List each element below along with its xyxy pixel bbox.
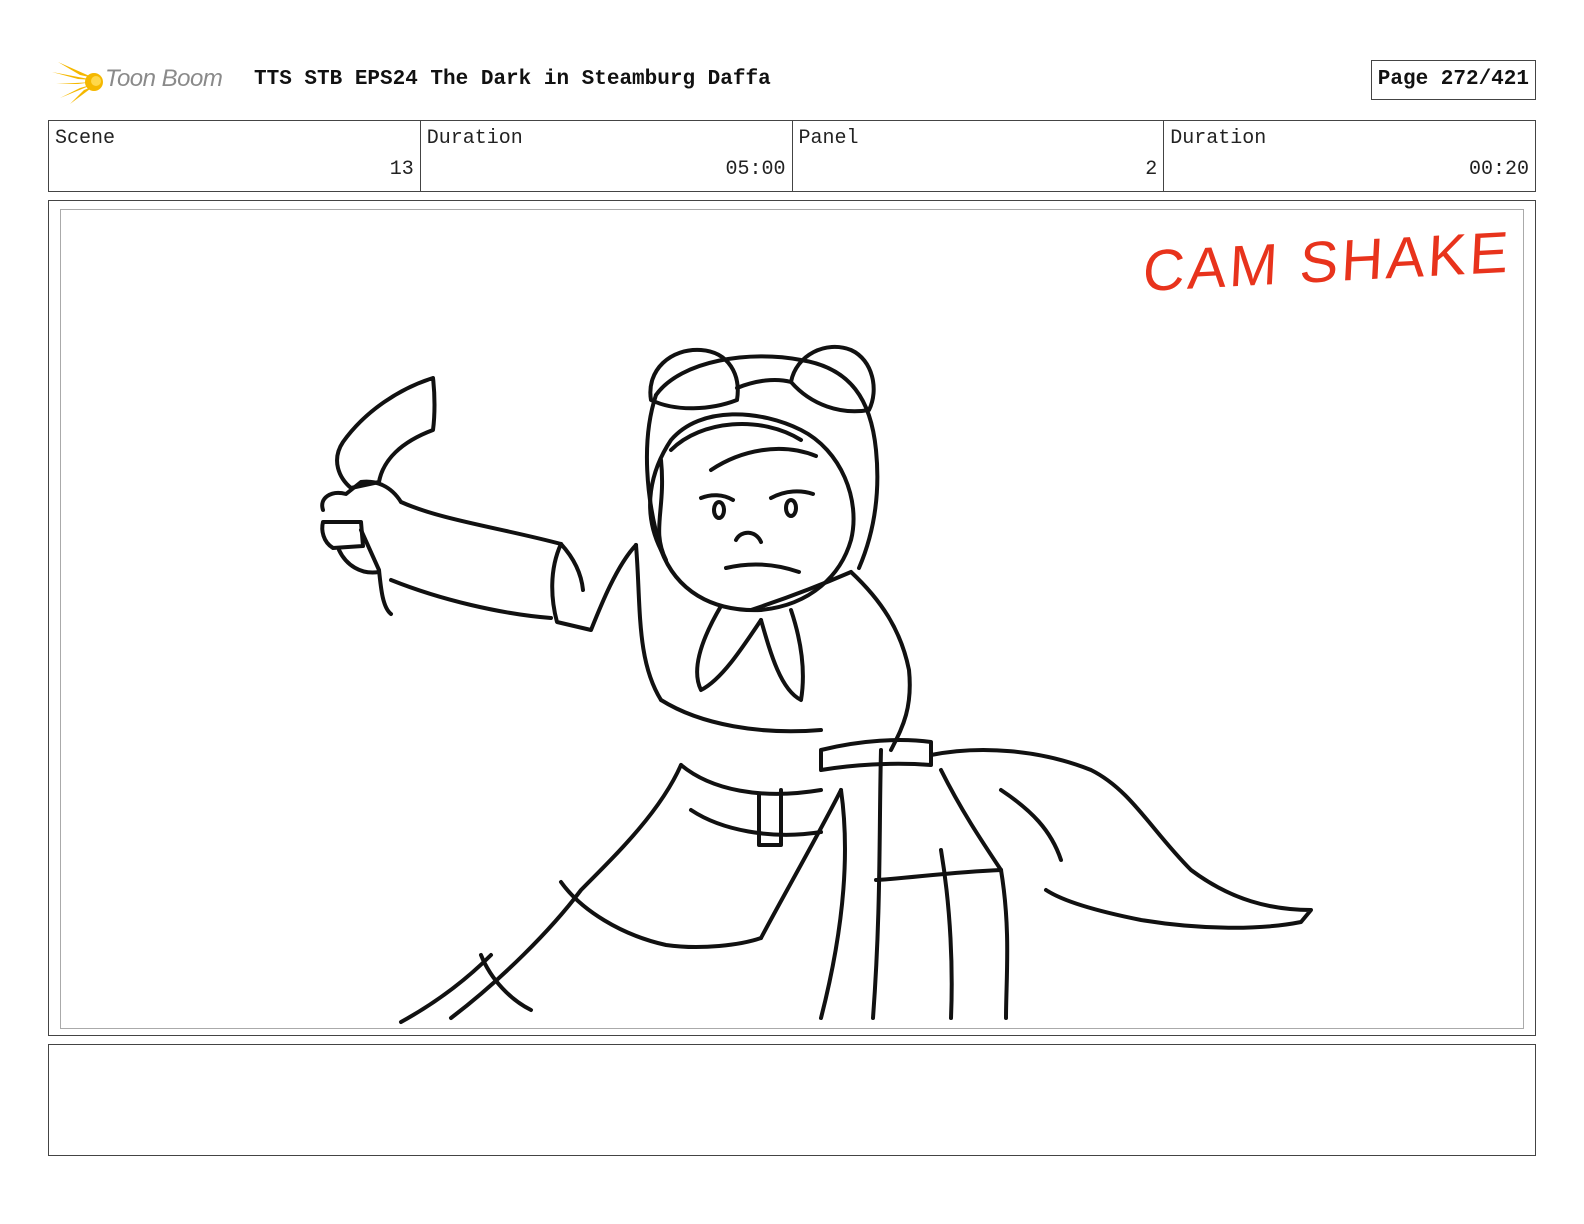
scene-duration-label: Duration [426, 127, 523, 150]
scene-duration-cell: Duration 05:00 [421, 121, 793, 191]
scene-duration-value: 05:00 [725, 158, 786, 181]
panel-image-area: CAM SHAKE [60, 209, 1524, 1029]
panel-label: Panel [798, 127, 859, 150]
scene-label: Scene [55, 127, 116, 150]
logo-text: Toon Boom [105, 65, 223, 92]
page-number: Page 272/421 [1370, 60, 1536, 100]
panel-info-table: Scene 13 Duration 05:00 Panel 2 Duration… [48, 120, 1536, 192]
panel-notes [48, 1044, 1536, 1156]
panel-value: 2 [1145, 158, 1158, 181]
scene-value: 13 [389, 158, 414, 181]
storyboard-panel: CAM SHAKE [48, 200, 1536, 1036]
scene-cell: Scene 13 [49, 121, 421, 191]
toon-boom-logo: Toon Boom [50, 56, 240, 106]
panel-cell: Panel 2 [793, 121, 1165, 191]
panel-duration-label: Duration [1170, 127, 1267, 150]
burst-icon [52, 62, 103, 104]
page-header: Toon Boom TTS STB EPS24 The Dark in Stea… [48, 56, 1536, 106]
character-sketch [320, 344, 1313, 1024]
panel-duration-value: 00:20 [1468, 158, 1529, 181]
document-title: TTS STB EPS24 The Dark in Steamburg Daff… [254, 68, 771, 91]
panel-duration-cell: Duration 00:20 [1164, 121, 1535, 191]
